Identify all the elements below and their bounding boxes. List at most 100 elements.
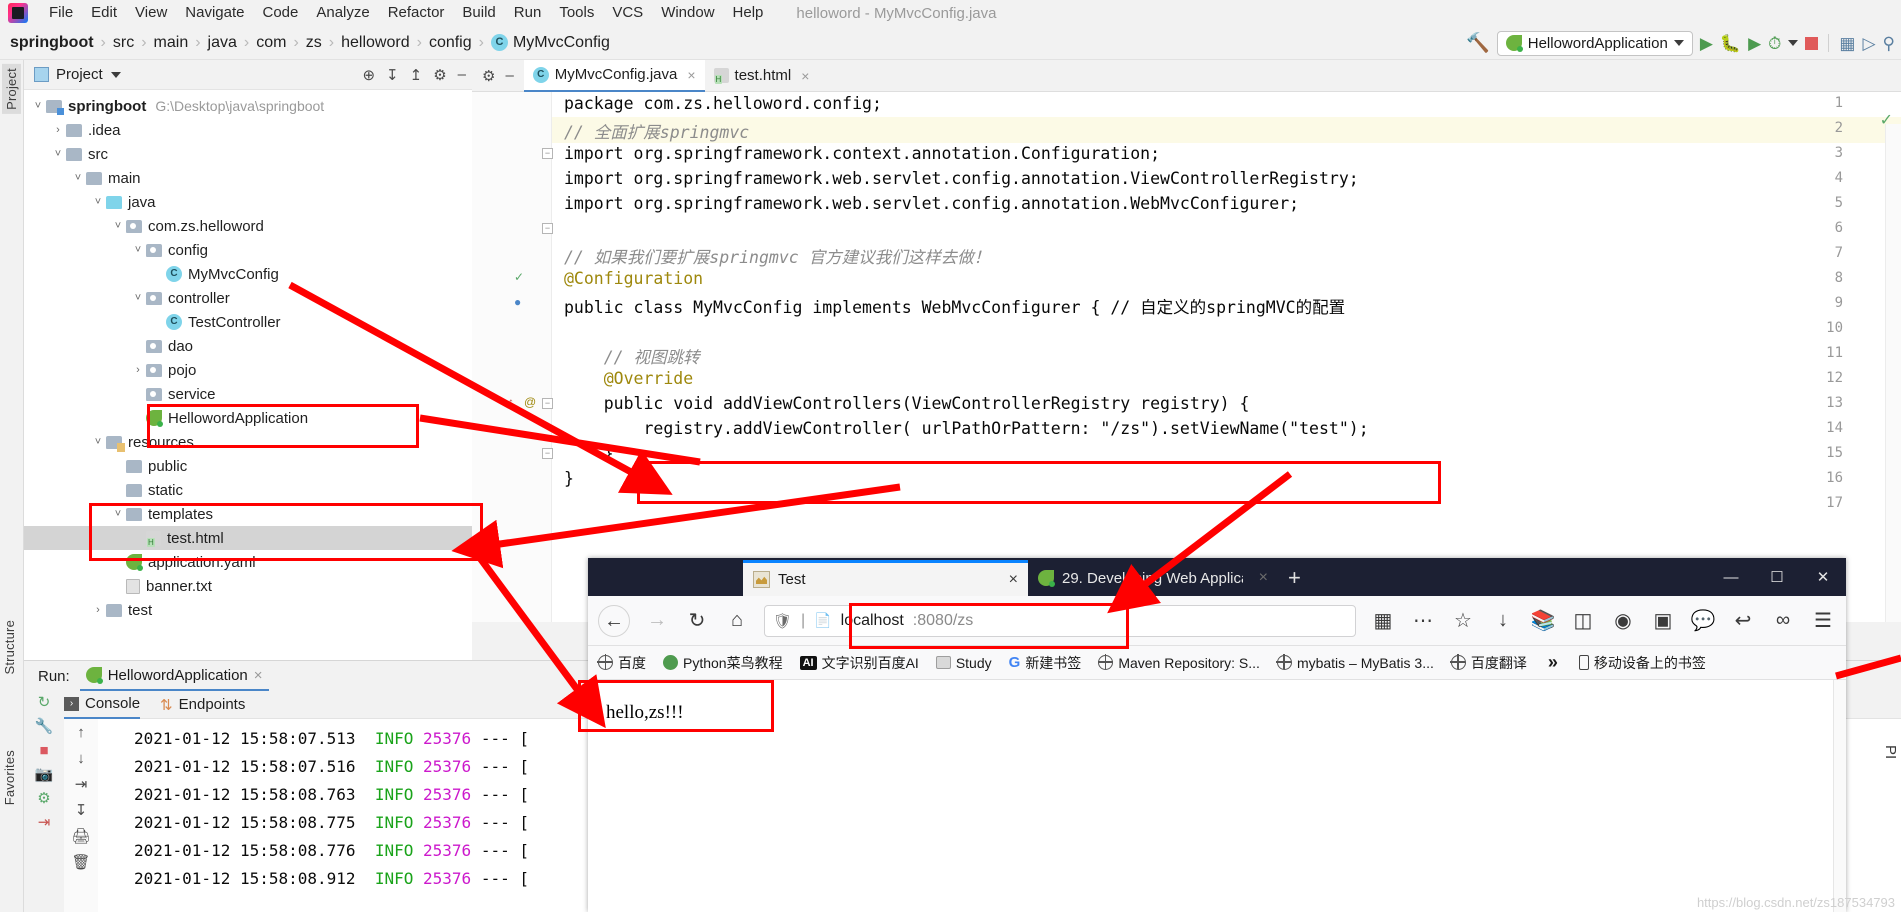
run-configuration-selector[interactable]: HellowordApplication xyxy=(1496,30,1693,56)
menu-analyze[interactable]: Analyze xyxy=(307,0,378,26)
home-button[interactable]: ⌂ xyxy=(724,609,750,632)
bookmark-baidu-ocr[interactable]: AI 文字识别百度AI xyxy=(799,653,919,673)
tab-mymvcconfig-java[interactable]: C MyMvcConfig.java × xyxy=(523,59,705,92)
chevron-down-icon[interactable]: ˅ xyxy=(50,148,66,160)
menu-tools[interactable]: Tools xyxy=(550,0,603,26)
breadcrumb-com[interactable]: com xyxy=(256,34,286,52)
project-structure-icon[interactable]: ▦ xyxy=(1839,35,1855,52)
chevron-down-icon[interactable]: ˅ xyxy=(110,220,126,232)
more-icon[interactable]: ⋯ xyxy=(1410,608,1436,633)
menu-refactor[interactable]: Refactor xyxy=(379,0,454,26)
menu-vcs[interactable]: VCS xyxy=(603,0,652,26)
account-icon[interactable]: ◉ xyxy=(1610,608,1636,633)
stop-icon[interactable] xyxy=(1805,36,1819,50)
bookmark-baidu[interactable]: 百度 xyxy=(597,653,646,673)
minimize-button[interactable]: — xyxy=(1708,560,1754,594)
tree-item-idea[interactable]: › .idea xyxy=(24,118,472,142)
chevron-down-icon[interactable]: ˅ xyxy=(130,244,146,256)
tree-item-mymvcconfig[interactable]: C MyMvcConfig xyxy=(24,262,472,286)
maximize-button[interactable]: ☐ xyxy=(1754,560,1800,594)
exit-icon[interactable]: ⇥ xyxy=(38,815,51,830)
up-arrow-icon[interactable]: ↑ xyxy=(77,725,85,740)
tree-item-testcontroller[interactable]: C TestController xyxy=(24,310,472,334)
tree-item-test[interactable]: › test xyxy=(24,598,472,622)
menu-icon[interactable]: ☰ xyxy=(1810,608,1836,633)
tree-item-static[interactable]: static xyxy=(24,478,472,502)
clear-all-icon[interactable]: 🗑 xyxy=(71,855,90,870)
back-button[interactable]: ← xyxy=(598,604,630,637)
breadcrumb-config[interactable]: config xyxy=(429,34,472,52)
chevron-down-icon[interactable]: ˅ xyxy=(110,508,126,520)
tab-endpoints[interactable]: ⇅ Endpoints xyxy=(160,696,245,714)
chevron-down-icon[interactable]: ˅ xyxy=(90,436,106,448)
container-icon[interactable]: ▣ xyxy=(1650,608,1676,633)
code-fold-icon[interactable]: − xyxy=(542,223,553,234)
tab-test-html[interactable]: test.html × xyxy=(705,60,819,92)
download-icon[interactable]: ↓ xyxy=(1490,609,1516,632)
locate-icon[interactable]: ⊕ xyxy=(362,66,375,84)
chevron-down-icon[interactable]: ˅ xyxy=(70,172,86,184)
bookmark-mybatis[interactable]: mybatis – MyBatis 3... xyxy=(1276,654,1434,671)
debug-icon[interactable]: 🐛 xyxy=(1720,35,1741,52)
browser-vertical-scrollbar[interactable] xyxy=(1833,680,1846,912)
breadcrumb-mymvcconfig[interactable]: MyMvcConfig xyxy=(513,34,610,52)
menu-edit[interactable]: Edit xyxy=(82,0,126,26)
override-gutter-icon[interactable]: ↑ xyxy=(508,395,514,409)
hammer-icon[interactable]: 🔨 xyxy=(1466,34,1490,53)
chevron-down-icon[interactable]: ˅ xyxy=(30,100,46,112)
rerun-icon[interactable]: ↻ xyxy=(38,695,51,710)
tree-item-pojo[interactable]: › pojo xyxy=(24,358,472,382)
soft-wrap-icon[interactable]: ⇥ xyxy=(75,777,88,792)
tree-item-service[interactable]: service xyxy=(24,382,472,406)
search-icon[interactable]: ⚲ xyxy=(1883,35,1895,52)
hide-panel-icon[interactable]: – xyxy=(505,67,513,84)
thread-dump-icon[interactable]: ⚙ xyxy=(37,791,50,806)
chevron-right-icon[interactable]: › xyxy=(130,364,146,376)
breadcrumb-main[interactable]: main xyxy=(154,34,189,52)
code-fold-icon[interactable]: − xyxy=(542,148,553,159)
bookmark-mobile-bookmarks[interactable]: 移动设备上的书签 xyxy=(1578,653,1706,673)
tab-console[interactable]: › Console xyxy=(64,691,141,719)
collapse-all-icon[interactable]: ↥ xyxy=(410,66,423,84)
close-icon[interactable]: × xyxy=(801,68,809,84)
tree-item-java[interactable]: ˅ java xyxy=(24,190,472,214)
forward-button[interactable]: → xyxy=(644,609,670,632)
sidebar-icon[interactable]: ◫ xyxy=(1570,608,1596,633)
wrench-icon[interactable]: 🔧 xyxy=(35,719,54,734)
menu-view[interactable]: View xyxy=(126,0,176,26)
tree-item-templates[interactable]: ˅ templates xyxy=(24,502,472,526)
tree-item-application-yaml[interactable]: application.yaml xyxy=(24,550,472,574)
sidebar-item-structure[interactable]: Structure xyxy=(2,620,17,675)
tree-item-main[interactable]: ˅ main xyxy=(24,166,472,190)
menu-window[interactable]: Window xyxy=(652,0,723,26)
tree-item-dao[interactable]: dao xyxy=(24,334,472,358)
hide-panel-icon[interactable]: – xyxy=(458,66,466,83)
sync-icon[interactable]: ∞ xyxy=(1770,609,1796,632)
breadcrumb-springboot[interactable]: springboot xyxy=(10,34,94,52)
code-area[interactable]: 1 2 3 4 5 6 7 8 9 10 11 12 13 14 15 16 1… xyxy=(472,92,1901,622)
bookmarks-overflow-icon[interactable]: » xyxy=(1548,652,1558,673)
chevron-down-icon[interactable]: ˅ xyxy=(90,196,106,208)
tree-item-hellowordapplication[interactable]: HellowordApplication xyxy=(24,406,472,430)
menu-file[interactable]: File xyxy=(40,0,82,26)
menu-build[interactable]: Build xyxy=(453,0,504,26)
chevron-down-icon[interactable] xyxy=(110,71,121,78)
close-icon[interactable]: × xyxy=(1259,569,1268,587)
tree-item-public[interactable]: public xyxy=(24,454,472,478)
bookmark-python-tutorial[interactable]: Python菜鸟教程 xyxy=(663,653,783,673)
menu-help[interactable]: Help xyxy=(724,0,773,26)
profiler-icon[interactable]: ⏱ xyxy=(1768,35,1781,52)
camera-icon[interactable]: 📷 xyxy=(35,767,54,782)
run-coverage-icon[interactable]: ▶ xyxy=(1748,35,1761,52)
gear-icon[interactable]: ⚙ xyxy=(482,67,495,85)
close-icon[interactable]: × xyxy=(254,667,263,684)
tree-item-com-zs-helloword[interactable]: ˅ com.zs.helloword xyxy=(24,214,472,238)
bookmark-study[interactable]: Study xyxy=(935,655,992,671)
browser-tab-test[interactable]: Test × xyxy=(743,560,1028,596)
chevron-right-icon[interactable]: › xyxy=(90,604,106,616)
editor-scrollbar[interactable] xyxy=(1885,124,1901,622)
tree-item-banner-txt[interactable]: banner.txt xyxy=(24,574,472,598)
bookmark-new[interactable]: G 新建书签 xyxy=(1009,653,1082,673)
expand-all-icon[interactable]: ↧ xyxy=(386,66,399,84)
tree-item-resources[interactable]: ˅ resources xyxy=(24,430,472,454)
